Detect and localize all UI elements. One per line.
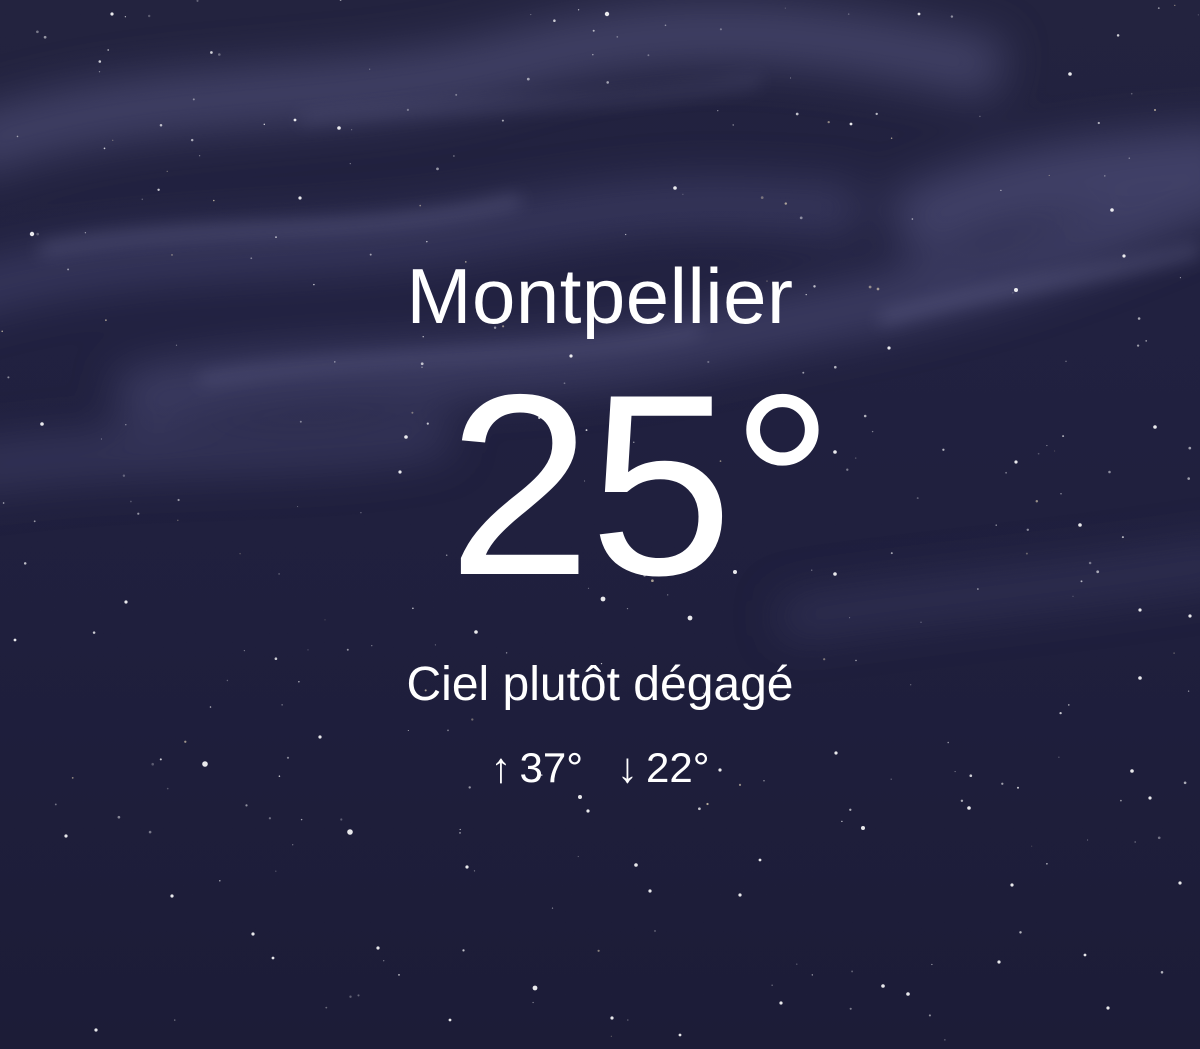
current-temperature: 25° bbox=[447, 340, 834, 629]
weather-condition: Ciel plutôt dégagé bbox=[406, 658, 794, 711]
weather-summary: Montpellier 25° Ciel plutôt dégagé ↑ 37° … bbox=[0, 0, 1200, 1049]
high-low-temperatures: ↑ 37° ↓ 22° bbox=[0, 740, 1200, 796]
low-temperature-value: 22° bbox=[646, 744, 710, 791]
arrow-up-icon: ↑ bbox=[490, 744, 512, 791]
city-name: Montpellier bbox=[406, 252, 794, 340]
arrow-down-icon: ↓ bbox=[617, 744, 638, 791]
low-temperature: ↓ 22° bbox=[617, 740, 710, 796]
high-temperature: ↑ 37° bbox=[490, 740, 583, 796]
high-temperature-value: 37° bbox=[519, 744, 583, 791]
